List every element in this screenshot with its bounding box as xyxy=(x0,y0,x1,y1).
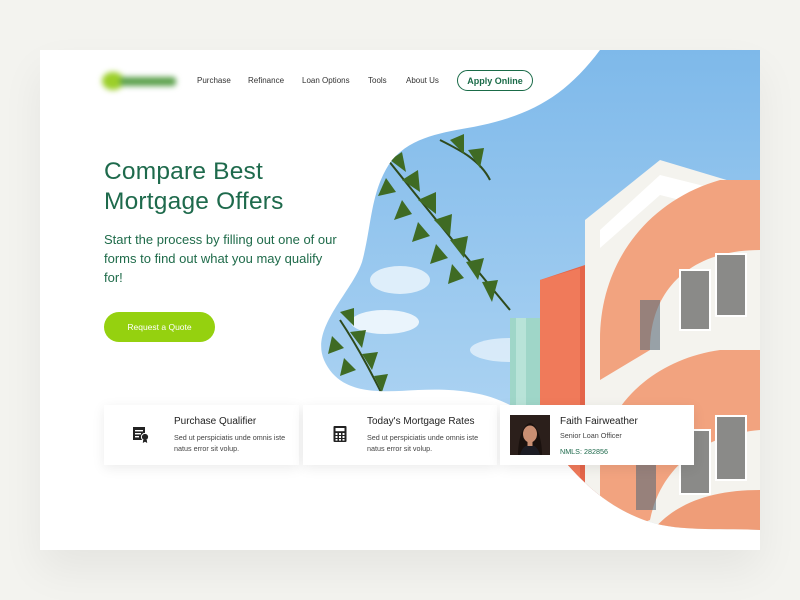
hero-image xyxy=(321,50,760,530)
request-quote-button[interactable]: Request a Quote xyxy=(104,312,215,342)
hero-subtitle: Start the process by filling out one of … xyxy=(104,232,337,285)
card-text: Sed ut perspiciatis unde omnis iste natu… xyxy=(174,433,286,453)
hero-title: Compare Best Mortgage Offers xyxy=(104,158,284,215)
officer-role: Senior Loan Officer xyxy=(560,431,622,440)
card-text: Sed ut perspiciatis unde omnis iste natu… xyxy=(367,433,479,453)
nav-item-about-us[interactable]: About Us xyxy=(406,76,439,85)
nav-item-loan-options[interactable]: Loan Options xyxy=(302,76,350,85)
certificate-icon xyxy=(133,427,150,443)
logo-wordmark xyxy=(120,77,176,86)
card-purchase-qualifier[interactable]: Purchase Qualifier Sed ut perspiciatis u… xyxy=(104,405,299,465)
card-title: Today's Mortgage Rates xyxy=(367,416,475,427)
officer-nmls: NMLS: 282856 xyxy=(560,447,608,456)
officer-name: Faith Fairweather xyxy=(560,416,638,427)
card-mortgage-rates[interactable]: Today's Mortgage Rates Sed ut perspiciat… xyxy=(303,405,497,465)
nav-item-purchase[interactable]: Purchase xyxy=(197,76,231,85)
logo[interactable] xyxy=(102,68,178,94)
apply-online-button[interactable]: Apply Online xyxy=(457,70,533,91)
nav-item-refinance[interactable]: Refinance xyxy=(248,76,284,85)
landing-page: Purchase Refinance Loan Options Tools Ab… xyxy=(40,50,760,550)
officer-photo xyxy=(510,415,550,455)
calculator-icon xyxy=(333,426,347,442)
card-title: Purchase Qualifier xyxy=(174,416,257,427)
nav-item-tools[interactable]: Tools xyxy=(368,76,387,85)
loan-officer-card[interactable]: Faith Fairweather Senior Loan Officer NM… xyxy=(500,405,694,465)
